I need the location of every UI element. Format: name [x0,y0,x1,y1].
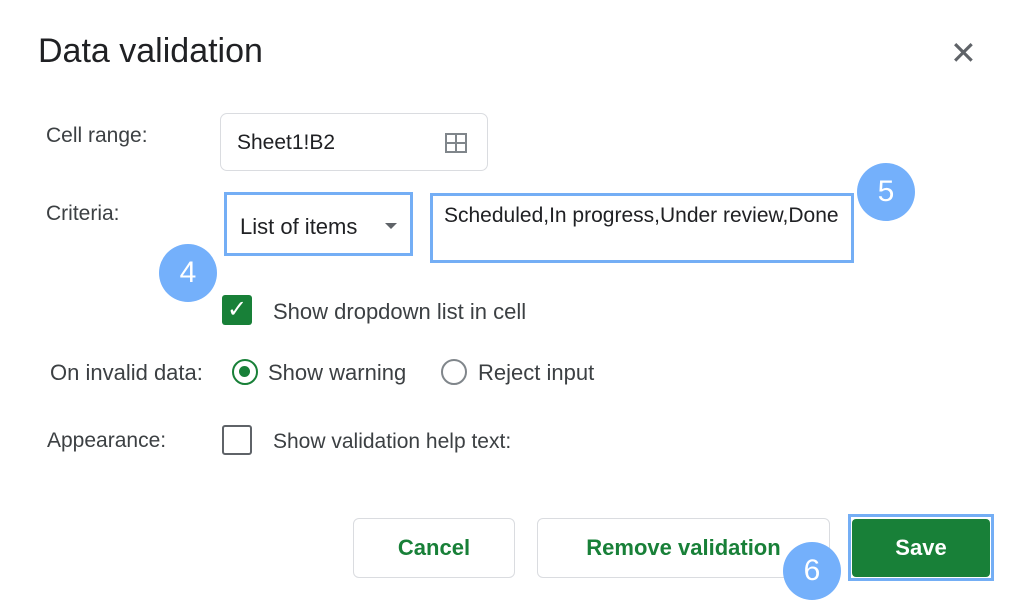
close-icon[interactable]: ✕ [950,36,977,70]
criteria-type-dropdown[interactable]: List of items [224,192,413,256]
step-badge-4: 4 [159,244,217,302]
show-warning-radio[interactable] [232,359,258,385]
help-text-checkbox[interactable] [222,425,252,455]
cell-range-value: Sheet1!B2 [237,131,336,154]
cancel-button[interactable]: Cancel [353,518,515,578]
help-text-label: Show validation help text: [273,430,512,453]
reject-input-radio[interactable] [441,359,467,385]
show-dropdown-checkbox[interactable]: ✓ [222,295,252,325]
save-button[interactable]: Save [852,519,990,577]
invalid-data-label: On invalid data: [50,360,203,385]
reject-input-label: Reject input [478,360,595,385]
criteria-label: Criteria: [46,202,120,225]
grid-select-icon[interactable] [445,133,467,153]
cell-range-input[interactable]: Sheet1!B2 [220,113,488,171]
dialog-title: Data validation [38,32,263,70]
show-warning-label: Show warning [268,360,407,385]
dropdown-arrow-icon [385,223,397,229]
step-badge-6: 6 [783,542,841,600]
show-dropdown-label: Show dropdown list in cell [273,299,527,324]
appearance-label: Appearance: [47,429,167,452]
cell-range-label: Cell range: [46,124,148,147]
list-items-textarea[interactable]: Scheduled,In progress,Under review,Done [430,193,854,263]
step-badge-5: 5 [857,163,915,221]
criteria-type-value: List of items [240,214,358,239]
